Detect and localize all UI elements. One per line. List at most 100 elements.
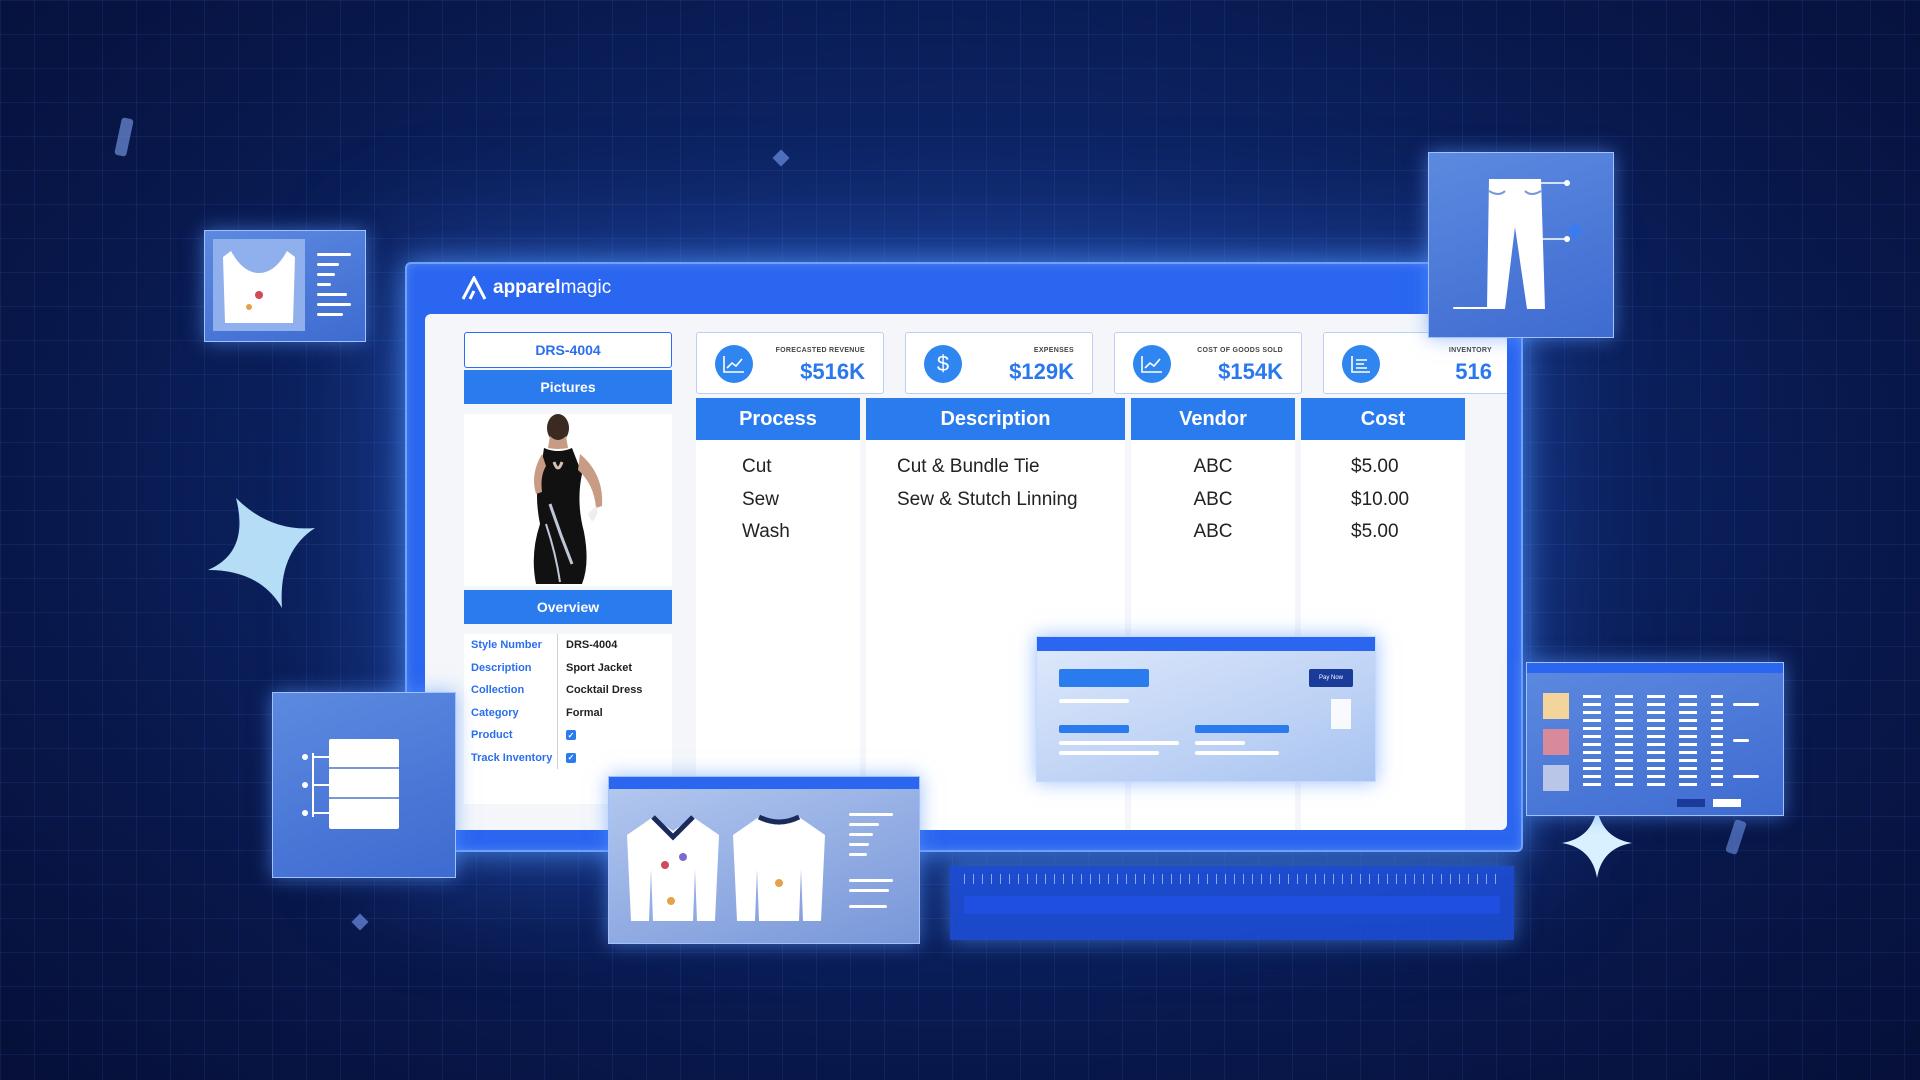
jackets-card bbox=[608, 776, 920, 944]
card-line bbox=[849, 853, 867, 856]
popup-bar bbox=[1059, 669, 1149, 687]
card-line bbox=[1733, 775, 1759, 778]
overview-key: Category bbox=[464, 701, 558, 724]
card-titlebar bbox=[609, 777, 919, 789]
dollar-icon: $ bbox=[924, 345, 962, 383]
overview-value: Formal bbox=[566, 706, 603, 719]
table-cell: Cut bbox=[742, 456, 772, 478]
popup-titlebar bbox=[1037, 637, 1375, 651]
tree-connector-icon bbox=[302, 753, 331, 817]
header-vendor[interactable]: Vendor bbox=[1131, 398, 1295, 440]
card-line bbox=[849, 823, 879, 826]
overview-key: Product bbox=[464, 724, 558, 747]
popup-bar bbox=[1059, 699, 1129, 703]
track-inventory-checkbox[interactable]: ✓ bbox=[566, 752, 576, 763]
popup-bar bbox=[1059, 741, 1179, 745]
size-chart-card bbox=[1526, 662, 1784, 816]
product-checkbox[interactable]: ✓ bbox=[566, 730, 576, 741]
card-line bbox=[1453, 307, 1493, 309]
popup-bar bbox=[1195, 751, 1279, 755]
popup-bar bbox=[1195, 741, 1245, 745]
popup-bar bbox=[1059, 725, 1129, 733]
table-cell: ABC bbox=[1193, 488, 1233, 510]
table-cell: $5.00 bbox=[1351, 456, 1399, 478]
overview-key: Track Inventory bbox=[464, 746, 558, 769]
stat-label: Expenses bbox=[1033, 347, 1074, 354]
size-button[interactable] bbox=[1713, 799, 1741, 807]
jacket-back-icon bbox=[733, 814, 825, 921]
overview-value: Cocktail Dress bbox=[566, 684, 643, 697]
table-cell: $10.00 bbox=[1351, 488, 1410, 510]
card-line bbox=[849, 905, 887, 908]
overview-row: Product ✓ bbox=[464, 724, 672, 747]
card-line bbox=[317, 303, 351, 306]
stat-cogs: Cost of Goods Sold $154K bbox=[1114, 332, 1302, 394]
stat-value: $129K bbox=[1009, 359, 1074, 384]
stat-inventory: Inventory 516 bbox=[1323, 332, 1507, 394]
product-picture bbox=[464, 414, 672, 586]
tree-card bbox=[272, 692, 456, 878]
stat-label: Inventory bbox=[1448, 347, 1492, 354]
overview-row: Style Number DRS-4004 bbox=[464, 634, 672, 657]
card-line bbox=[1733, 703, 1759, 706]
tank-top-icon bbox=[223, 251, 295, 323]
card-line bbox=[317, 293, 347, 296]
sparkle-icon bbox=[208, 498, 315, 608]
stat-expenses: $ Expenses $129K bbox=[905, 332, 1093, 394]
sparkle-icon bbox=[1562, 808, 1632, 878]
shirt-thumb bbox=[1543, 693, 1569, 719]
overview-value: Sport Jacket bbox=[566, 661, 633, 674]
logo-icon bbox=[461, 276, 487, 300]
pictures-header[interactable]: Pictures bbox=[464, 370, 672, 404]
card-line bbox=[317, 273, 335, 276]
size-button[interactable] bbox=[1677, 799, 1705, 807]
stat-label: Cost of Goods Sold bbox=[1197, 347, 1283, 354]
pants-card bbox=[1428, 152, 1614, 338]
header-description[interactable]: Description bbox=[866, 398, 1125, 440]
card-line bbox=[1733, 739, 1749, 742]
stat-value: 516 bbox=[1455, 359, 1492, 384]
overview-header[interactable]: Overview bbox=[464, 590, 672, 624]
card-line bbox=[849, 843, 869, 846]
column-process: Process Cut Sew Wash bbox=[696, 398, 860, 830]
table-cell: Cut & Bundle Tie bbox=[897, 456, 1040, 478]
brand-bold: apparel bbox=[493, 277, 561, 298]
card-line bbox=[317, 313, 343, 316]
jacket-icon bbox=[627, 815, 719, 921]
table-cell: Wash bbox=[742, 521, 790, 543]
shirt-thumb bbox=[1543, 729, 1569, 755]
size-grid bbox=[1583, 695, 1723, 791]
overview-key: Collection bbox=[464, 679, 558, 702]
overview-row: Category Formal bbox=[464, 701, 672, 724]
header-cost[interactable]: Cost bbox=[1301, 398, 1465, 440]
card-line bbox=[849, 879, 893, 882]
card-line bbox=[849, 889, 889, 892]
shirt-thumb bbox=[1543, 765, 1569, 791]
tree-box bbox=[329, 739, 399, 829]
card-line bbox=[849, 813, 893, 816]
table-cell: Sew bbox=[742, 488, 779, 510]
card-line bbox=[317, 253, 351, 256]
header-process[interactable]: Process bbox=[696, 398, 860, 440]
table-cell: ABC bbox=[1193, 521, 1233, 543]
list-icon bbox=[1342, 345, 1380, 383]
dress-image bbox=[533, 414, 603, 584]
tank-top-card bbox=[204, 230, 366, 342]
payment-popup: Pay Now bbox=[1036, 636, 1376, 782]
popup-bar bbox=[1195, 725, 1289, 733]
style-number-box[interactable]: DRS-4004 bbox=[464, 332, 672, 368]
stat-forecasted-revenue: Forecasted Revenue $516K bbox=[696, 332, 884, 394]
card-line bbox=[317, 283, 331, 286]
stat-label: Forecasted Revenue bbox=[775, 347, 865, 354]
overview-key: Style Number bbox=[464, 634, 558, 657]
chart-icon bbox=[715, 345, 753, 383]
brand-light: magic bbox=[560, 277, 612, 298]
overview-value: DRS-4004 bbox=[566, 639, 618, 652]
pay-now-button[interactable]: Pay Now bbox=[1309, 669, 1353, 687]
overview-row: Track Inventory ✓ bbox=[464, 746, 672, 769]
table-cell: ABC bbox=[1193, 456, 1233, 478]
overview-key: Description bbox=[464, 656, 558, 679]
stat-value: $516K bbox=[800, 359, 865, 384]
app-logo: apparelmagic bbox=[461, 276, 611, 300]
stat-value: $154K bbox=[1218, 359, 1283, 384]
